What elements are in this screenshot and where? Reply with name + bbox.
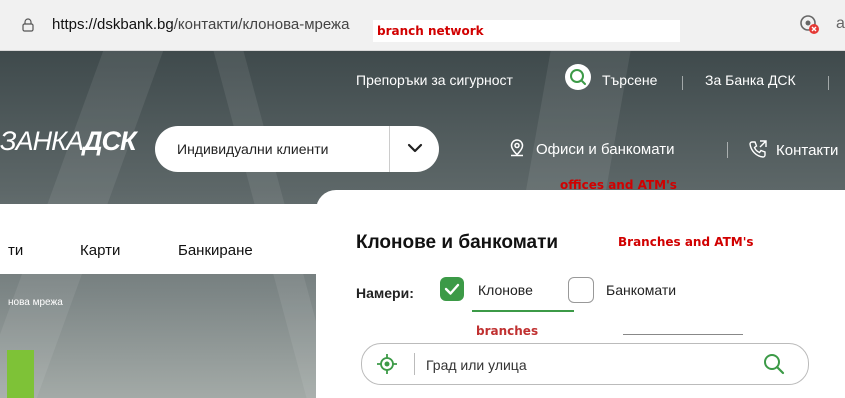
url-text[interactable]: https://dskbank.bg/контакти/клонова-мреж…: [52, 16, 349, 33]
search-link[interactable]: Търсене: [602, 72, 657, 88]
branch-locator-panel: Клонове и банкомати Branches and ATM's Н…: [316, 190, 845, 398]
segment-dropdown[interactable]: Индивидуални клиенти: [155, 126, 439, 172]
nav-divider: [682, 76, 683, 90]
search-divider: [414, 353, 415, 375]
offices-atms-label: Офиси и банкомати: [536, 141, 675, 158]
chevron-down-icon[interactable]: [407, 142, 423, 154]
check-icon: [444, 283, 460, 295]
search-icon[interactable]: [565, 64, 591, 90]
segment-dropdown-label: Индивидуални клиенти: [177, 141, 329, 157]
branches-filter-label[interactable]: Клонове: [478, 282, 533, 298]
annotation-branches: branches: [476, 324, 539, 338]
atms-checkbox[interactable]: [568, 277, 594, 303]
atms-filter-label[interactable]: Банкомати: [606, 282, 676, 298]
search-icon[interactable]: [762, 352, 786, 376]
main-nav-banking[interactable]: Банкиране: [178, 242, 253, 259]
offices-atms-link[interactable]: Офиси и банкомати: [508, 139, 675, 158]
find-label: Намери:: [356, 285, 414, 301]
about-link[interactable]: За Банка ДСК: [705, 72, 796, 88]
city-street-input[interactable]: [424, 352, 748, 378]
annotation-rule: [623, 334, 743, 335]
url-path: /контакти/клонова-мрежа: [173, 16, 350, 33]
url-domain: https://dskbank.bg: [52, 16, 174, 33]
current-location-icon[interactable]: [376, 353, 398, 375]
main-nav-cards[interactable]: Карти: [80, 242, 120, 259]
annotation-branch-network: branch network: [373, 20, 680, 42]
dropdown-divider: [389, 126, 390, 172]
header-divider: [727, 142, 728, 158]
security-tips-link[interactable]: Препоръки за сигурност: [356, 72, 513, 88]
location-search-box[interactable]: [361, 343, 809, 385]
green-accent-block: [7, 350, 34, 398]
contacts-link[interactable]: Контакти: [748, 139, 838, 159]
dsk-logo[interactable]: ЗАНКАДСК: [0, 126, 137, 157]
contacts-label: Контакти: [776, 142, 839, 159]
annotation-branches-atms: Branches and ATM's: [618, 235, 754, 249]
browser-menu-fragment[interactable]: a: [836, 15, 845, 33]
main-nav-item[interactable]: ти: [8, 242, 23, 259]
branches-checkbox[interactable]: [440, 277, 464, 301]
location-permission-icon[interactable]: [798, 13, 820, 35]
page-info-icon[interactable]: [22, 18, 34, 32]
nav-divider: [828, 76, 829, 90]
phone-icon: [749, 140, 767, 158]
active-filter-underline: [472, 310, 574, 312]
location-pin-icon: [510, 139, 524, 157]
breadcrumb[interactable]: нова мрежа: [8, 297, 63, 308]
panel-title: Клонове и банкомати: [356, 232, 559, 253]
